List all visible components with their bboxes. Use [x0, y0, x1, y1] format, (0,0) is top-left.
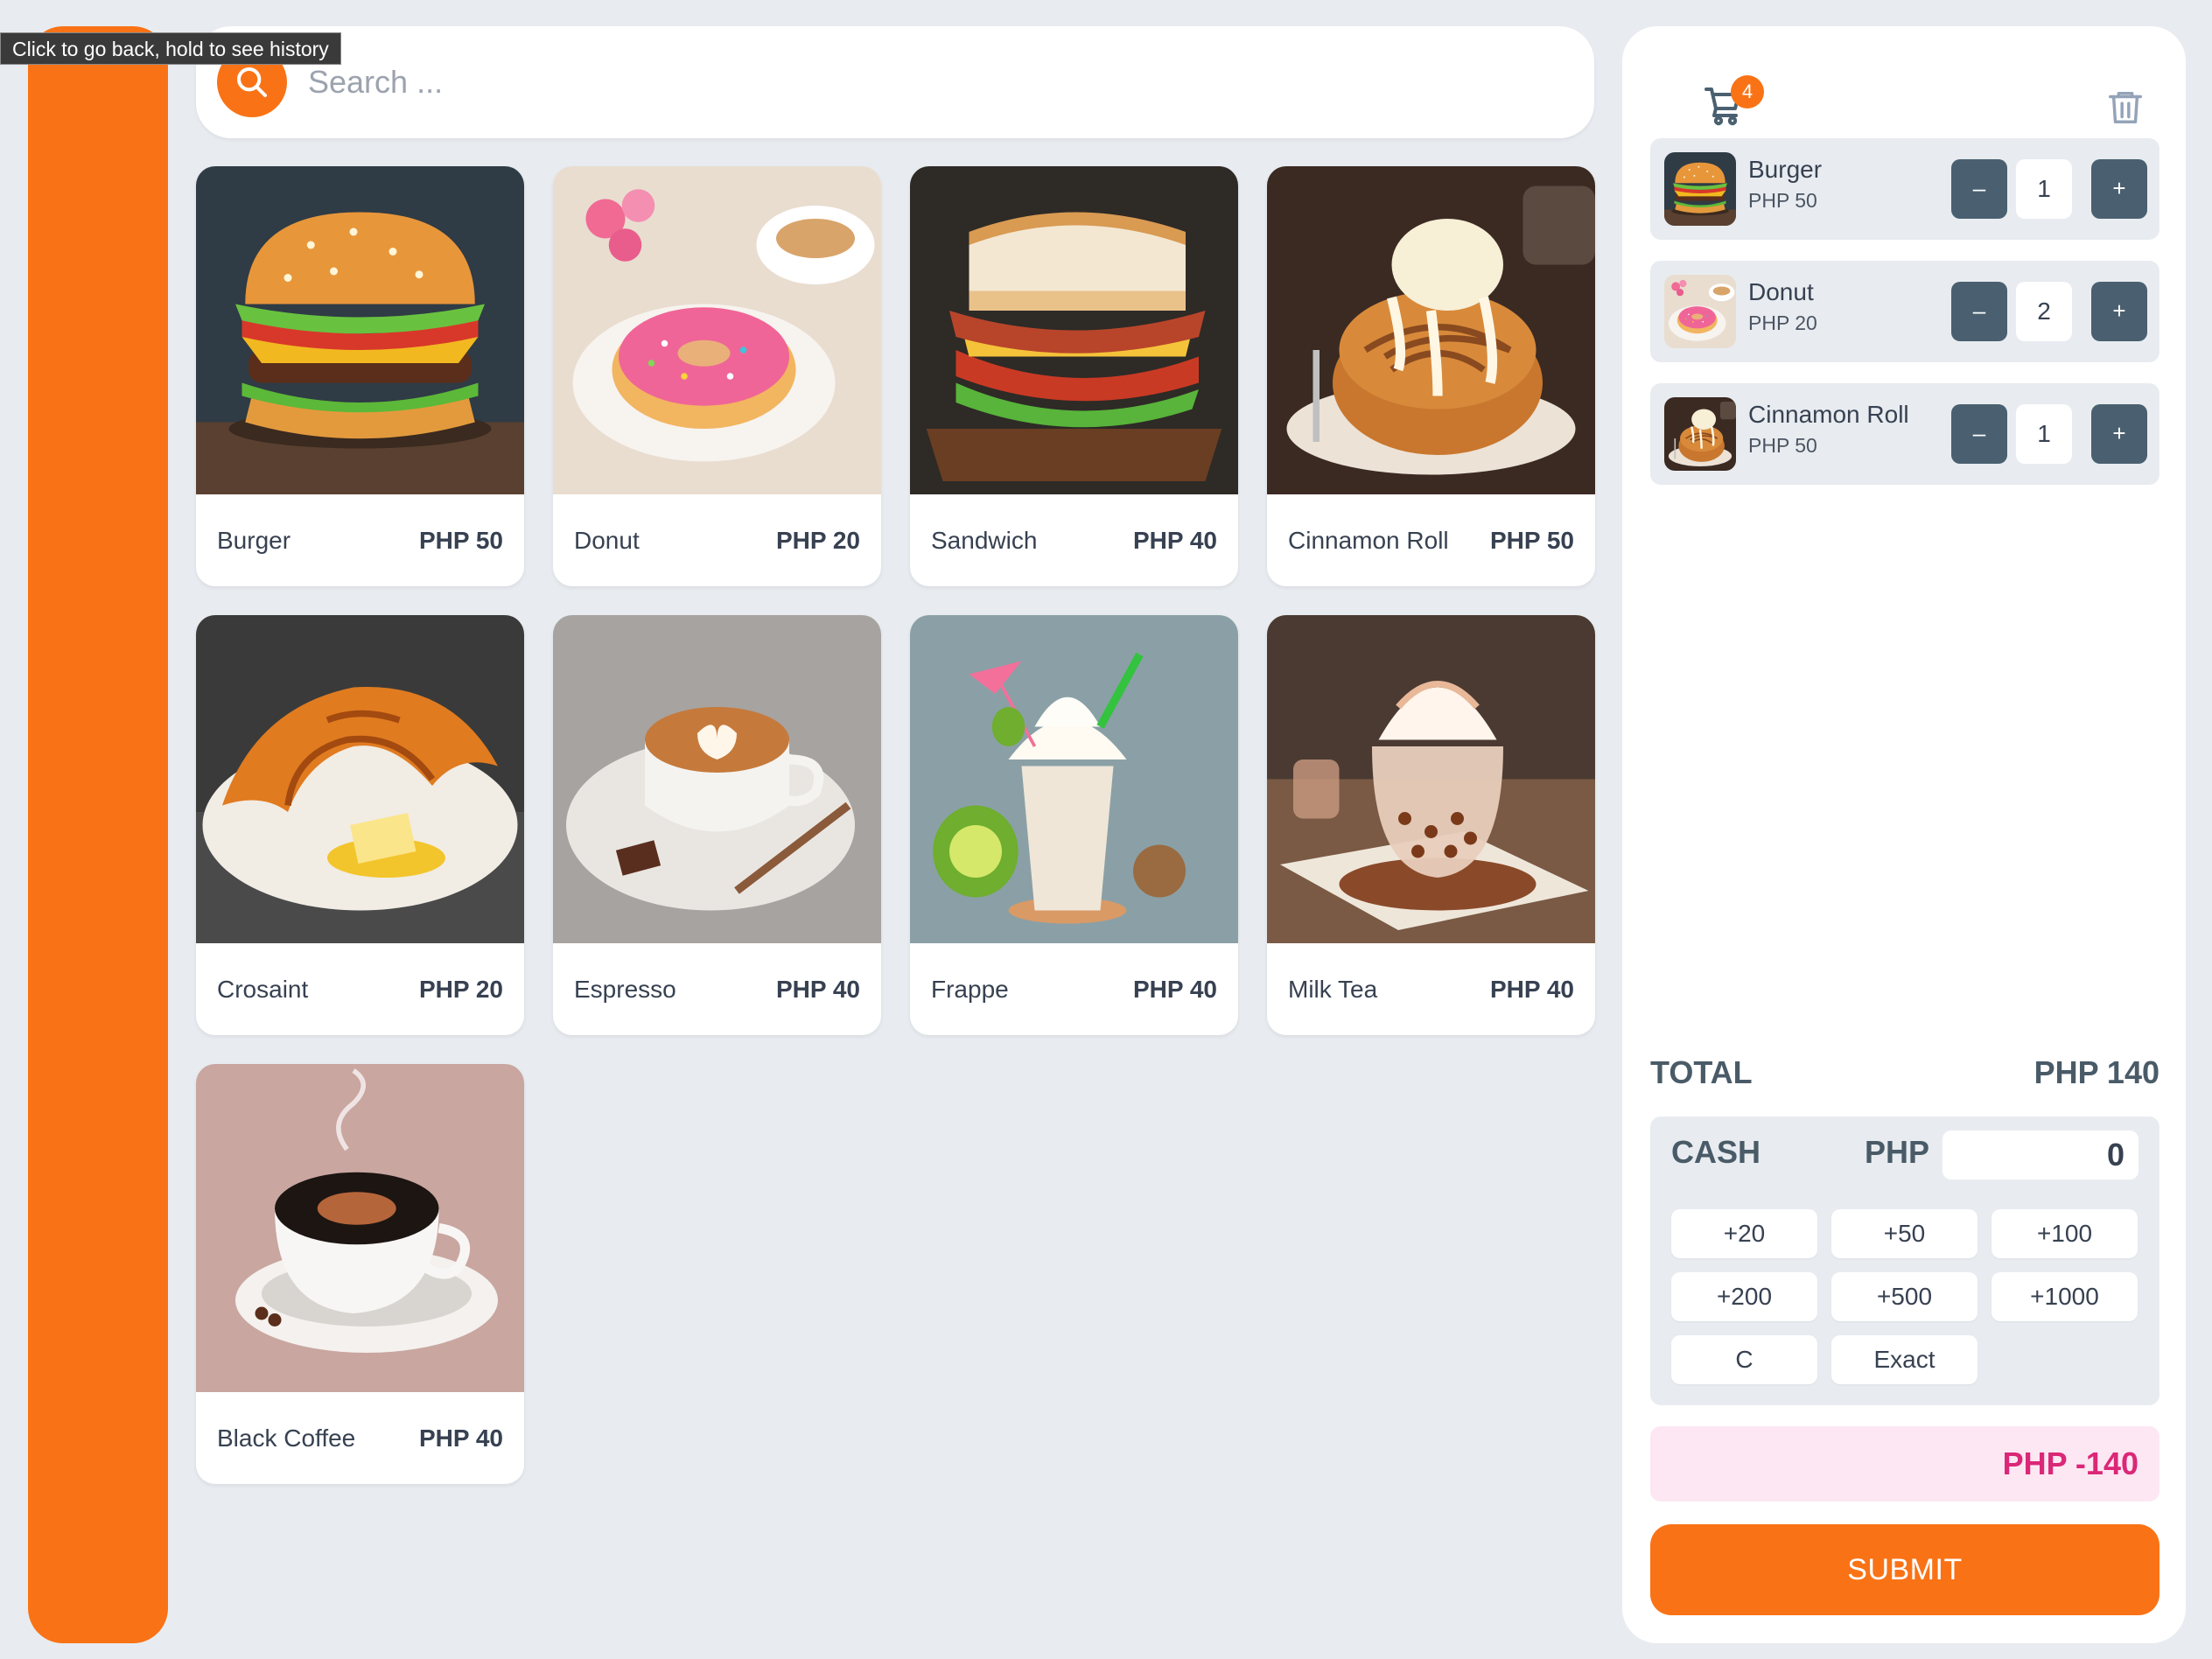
product-name: Cinnamon Roll — [1288, 526, 1449, 554]
product-price: PHP 50 — [1490, 526, 1574, 554]
quick-cash-1000-button[interactable]: +1000 — [1992, 1272, 2138, 1321]
cart-item-donut: Donut PHP 20 – 2 + — [1650, 261, 2160, 362]
product-card-black-coffee[interactable]: Black Coffee PHP 40 — [196, 1064, 524, 1484]
product-card-milk-tea[interactable]: Milk Tea PHP 40 — [1267, 615, 1595, 1035]
product-price: PHP 20 — [419, 975, 503, 1003]
product-image — [196, 166, 524, 494]
product-price: PHP 40 — [419, 1424, 503, 1452]
product-name: Crosaint — [217, 975, 309, 1003]
product-image — [196, 615, 524, 943]
total-label: TOTAL — [1650, 1054, 1753, 1090]
cart-count-badge: 4 — [1731, 75, 1764, 108]
product-image — [553, 166, 881, 494]
increase-qty-button[interactable]: + — [2091, 404, 2147, 464]
product-name: Burger — [217, 526, 291, 554]
submit-button[interactable]: SUBMIT — [1650, 1524, 2160, 1615]
product-image — [196, 1064, 524, 1392]
total-value: PHP 140 — [2034, 1054, 2160, 1090]
cart-item-name: Burger — [1748, 156, 1823, 183]
cart-item-thumbnail — [1664, 152, 1736, 226]
product-price: PHP 20 — [776, 526, 860, 554]
cash-input[interactable]: 0 — [1942, 1130, 2138, 1180]
decrease-qty-button[interactable]: – — [1951, 282, 2007, 341]
product-image — [1267, 166, 1595, 494]
cart-item-thumbnail — [1664, 275, 1736, 348]
product-card-cinnamon-roll[interactable]: Cinnamon Roll PHP 50 — [1267, 166, 1595, 586]
product-image — [910, 166, 1238, 494]
product-name: Milk Tea — [1288, 975, 1378, 1003]
total-row: TOTAL PHP 140 — [1650, 1046, 2160, 1099]
search-bar — [196, 26, 1594, 138]
quick-cash-20-button[interactable]: +20 — [1671, 1209, 1817, 1258]
product-card-burger[interactable]: Burger PHP 50 — [196, 166, 524, 586]
product-name: Frappe — [931, 975, 1009, 1003]
cart-item-burger: Burger PHP 50 – 1 + — [1650, 138, 2160, 240]
cart-header: 4 — [1650, 54, 2158, 138]
cart-panel: 4 Burger PHP 50 – 1 + Donut PHP 20 – 2 +… — [1622, 26, 2186, 1643]
clear-cash-button[interactable]: C — [1671, 1335, 1817, 1384]
product-name: Donut — [574, 526, 640, 554]
product-image — [553, 615, 881, 943]
search-input[interactable] — [308, 64, 1446, 101]
cash-currency: PHP — [1865, 1134, 1930, 1170]
decrease-qty-button[interactable]: – — [1951, 404, 2007, 464]
quick-cash-500-button[interactable]: +500 — [1831, 1272, 1978, 1321]
quantity-input[interactable]: 1 — [2016, 159, 2072, 219]
product-price: PHP 40 — [1133, 526, 1217, 554]
search-icon — [237, 67, 267, 97]
cart-item-price: PHP 50 — [1748, 189, 1817, 212]
cart-item-name: Donut — [1748, 278, 1814, 305]
quick-cash-200-button[interactable]: +200 — [1671, 1272, 1817, 1321]
cart-item-price: PHP 20 — [1748, 312, 1817, 334]
product-price: PHP 40 — [776, 975, 860, 1003]
cart-item-thumbnail — [1664, 397, 1736, 471]
cart-item-name: Cinnamon Roll — [1748, 401, 1909, 428]
product-name: Sandwich — [931, 526, 1038, 554]
quick-cash-100-button[interactable]: +100 — [1992, 1209, 2138, 1258]
decrease-qty-button[interactable]: – — [1951, 159, 2007, 219]
product-card-espresso[interactable]: Espresso PHP 40 — [553, 615, 881, 1035]
quantity-input[interactable]: 2 — [2016, 282, 2072, 341]
product-name: Black Coffee — [217, 1424, 356, 1452]
product-grid: Burger PHP 50 Donut PHP 20 Sandwich PHP … — [196, 166, 1595, 1484]
sidebar — [28, 26, 168, 1643]
product-card-crosaint[interactable]: Crosaint PHP 20 — [196, 615, 524, 1035]
product-card-donut[interactable]: Donut PHP 20 — [553, 166, 881, 586]
quick-cash-50-button[interactable]: +50 — [1831, 1209, 1978, 1258]
product-image — [910, 615, 1238, 943]
cart-item-price: PHP 50 — [1748, 434, 1817, 457]
product-card-frappe[interactable]: Frappe PHP 40 — [910, 615, 1238, 1035]
product-card-sandwich[interactable]: Sandwich PHP 40 — [910, 166, 1238, 586]
increase-qty-button[interactable]: + — [2091, 282, 2147, 341]
exact-cash-button[interactable]: Exact — [1831, 1335, 1978, 1384]
increase-qty-button[interactable]: + — [2091, 159, 2147, 219]
cash-label: CASH — [1671, 1134, 1761, 1170]
product-image — [1267, 615, 1595, 943]
quantity-input[interactable]: 1 — [2016, 404, 2072, 464]
cart-item-cinnamon-roll: Cinnamon Roll PHP 50 – 1 + — [1650, 383, 2160, 485]
change-amount: PHP -140 — [1650, 1426, 2160, 1502]
product-price: PHP 50 — [419, 526, 503, 554]
product-price: PHP 40 — [1133, 975, 1217, 1003]
cash-section: CASH PHP 0 +20 +50 +100 +200 +500 +1000 … — [1650, 1116, 2160, 1405]
back-button-tooltip: Click to go back, hold to see history — [0, 32, 341, 65]
product-price: PHP 40 — [1490, 975, 1574, 1003]
product-name: Espresso — [574, 975, 676, 1003]
trash-icon[interactable] — [2105, 86, 2146, 128]
